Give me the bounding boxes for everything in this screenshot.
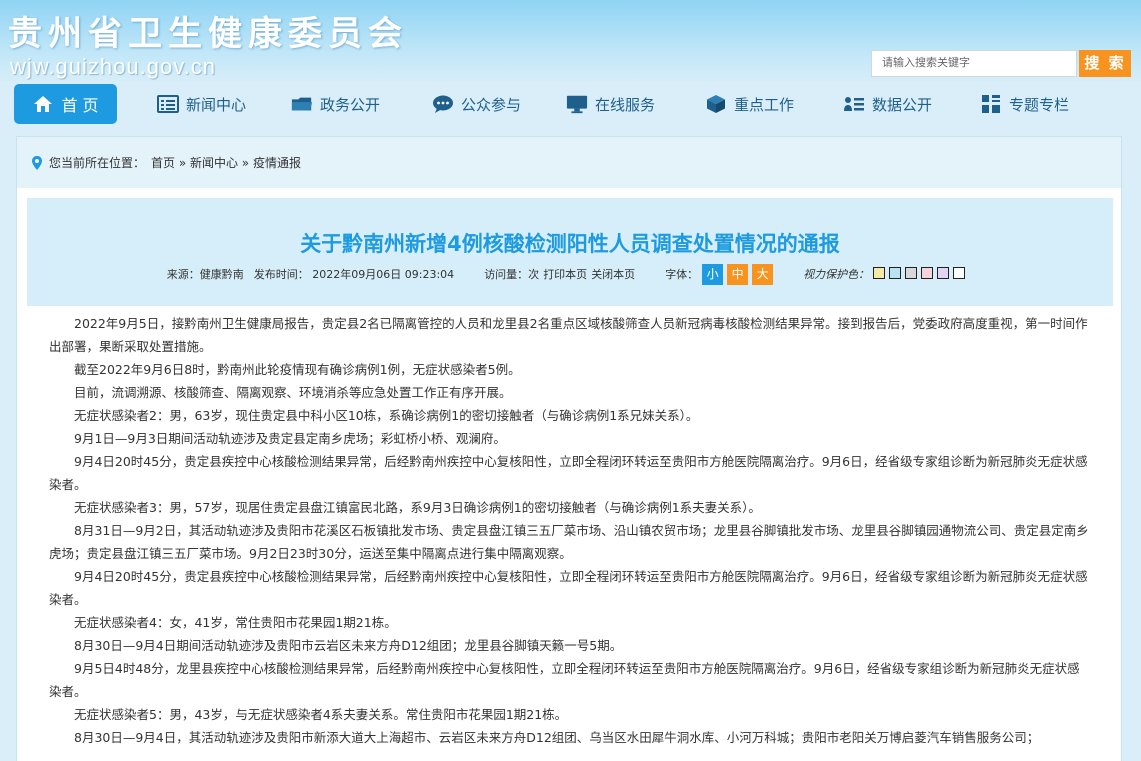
folder-icon (291, 94, 313, 114)
nav-item-label: 重点工作 (734, 95, 795, 114)
grid-icon (980, 94, 1002, 114)
breadcrumb: 您当前所在位置： 首页 » 新闻中心 » 疫情通报 (31, 154, 301, 171)
article-paragraph: 8月30日—9月4日期间活动轨迹涉及贵阳市云岩区未来方舟D12组团；龙里县谷脚镇… (74, 638, 623, 653)
article-panel: 关于黔南州新增4例核酸检测阳性人员调查处置情况的通报 来源：健康黔南 发布时间：… (16, 188, 1122, 761)
font-size-label: 字体： (665, 268, 699, 281)
eye-color-swatch[interactable] (953, 266, 966, 279)
article-paragraph: 9月4日20时45分，贵定县疾控中心核酸检测结果异常，后经黔南州疾控中心复核阳性… (49, 569, 1088, 607)
article-header: 关于黔南州新增4例核酸检测阳性人员调查处置情况的通报 来源：健康黔南 发布时间：… (27, 198, 1113, 306)
article-paragraph: 8月31日—9月2日，其活动轨迹涉及贵阳市花溪区石板镇批发市场、贵定县盘江镇三五… (49, 523, 1089, 561)
nav-item-label: 专题专栏 (1009, 95, 1070, 114)
nav-item-key-work[interactable]: 重点工作 (705, 84, 794, 124)
article-paragraph: 目前，流调溯源、核酸筛查、隔离观察、环境消杀等应急处置工作正有序开展。 (74, 385, 512, 400)
eye-color-swatch[interactable] (937, 266, 950, 279)
article-paragraph: 无症状感染者4：女，41岁，常住贵阳市花果园1期21栋。 (74, 615, 397, 630)
news-icon (157, 94, 179, 114)
nav-item-news[interactable]: 新闻中心 (157, 84, 246, 124)
nav-item-label: 在线服务 (595, 95, 656, 114)
article-paragraph: 截至2022年9月6日8时，黔南州此轮疫情现有确诊病例1例，无症状感染者5例。 (74, 362, 521, 377)
eye-protect-swatches (873, 266, 969, 282)
data-icon (843, 94, 865, 114)
main-nav: 首 页 新闻中心 政务公开 公众参与 在线服务 重点工作 数据公开 专题专栏 (0, 84, 1141, 124)
search-button[interactable]: 搜 索 (1079, 50, 1131, 77)
nav-item-label: 数据公开 (872, 95, 933, 114)
eye-color-swatch[interactable] (889, 266, 902, 279)
eye-color-swatch[interactable] (873, 266, 886, 279)
article-paragraph: 9月1日—9月3日期间活动轨迹涉及贵定县定南乡虎场；彩虹桥小桥、观澜府。 (74, 431, 506, 446)
nav-item-public[interactable]: 公众参与 (432, 84, 521, 124)
article-meta: 来源：健康黔南 发布时间： 2022年09月06日 09:23:04 访问量：次… (27, 262, 1113, 286)
location-pin-icon (31, 155, 43, 171)
home-icon (32, 94, 54, 114)
article-paragraph: 9月4日20时45分，贵定县疾控中心核酸检测结果异常，后经黔南州疾控中心复核阳性… (49, 454, 1088, 492)
article-paragraph: 8月30日—9月4日，其活动轨迹涉及贵阳市新添大道大上海超市、云岩区未来方舟D1… (74, 730, 1040, 745)
close-link[interactable]: 关闭本页 (591, 266, 635, 282)
breadcrumb-path[interactable]: 首页 » 新闻中心 » 疫情通报 (151, 154, 301, 171)
site-domain: wjw.guizhou.gov.cn (10, 54, 216, 79)
article-paragraph: 9月5日4时48分，龙里县疾控中心核酸检测结果异常，后经黔南州疾控中心复核阳性，… (49, 661, 1080, 699)
article-paragraph: 无症状感染者3：男，57岁，现居住贵定县盘江镇富民北路，系9月3日确诊病例1的密… (74, 500, 761, 515)
monitor-icon (566, 94, 588, 114)
eye-protect-label: 视力保护色： (803, 268, 870, 281)
nav-item-label: 政务公开 (320, 95, 381, 114)
site-header: 贵州省卫生健康委员会 wjw.guizhou.gov.cn 请输入搜索关键字 搜… (0, 0, 1141, 84)
nav-item-special[interactable]: 专题专栏 (980, 84, 1069, 124)
eye-color-swatch[interactable] (921, 266, 934, 279)
article-body: 2022年9月5日，接黔南州卫生健康局报告，贵定县2名已隔离管控的人员和龙里县2… (49, 312, 1089, 749)
nav-item-open-data[interactable]: 数据公开 (843, 84, 932, 124)
nav-item-gov-affairs[interactable]: 政务公开 (291, 84, 380, 124)
article-title: 关于黔南州新增4例核酸检测阳性人员调查处置情况的通报 (300, 232, 840, 256)
font-medium-button[interactable]: 中 (727, 263, 749, 285)
chat-icon (432, 94, 454, 114)
nav-item-home[interactable]: 首 页 (14, 84, 117, 124)
article-visits: 访问量：次 (484, 268, 540, 281)
nav-item-online-service[interactable]: 在线服务 (566, 84, 655, 124)
breadcrumb-prefix: 您当前所在位置： (49, 156, 146, 170)
print-link[interactable]: 打印本页 (543, 266, 587, 282)
article-paragraph: 无症状感染者5：男，43岁，与无症状感染者4系夫妻关系。常住贵阳市花果园1期21… (74, 707, 568, 722)
article-publish-time: 发布时间： 2022年09月06日 09:23:04 (253, 268, 455, 281)
font-large-button[interactable]: 大 (752, 263, 774, 285)
cube-icon (705, 94, 727, 114)
article-source: 来源：健康黔南 (166, 268, 244, 281)
article-paragraph: 无症状感染者2：男，63岁，现住贵定县中科小区10栋，系确诊病例1的密切接触者（… (74, 408, 699, 423)
site-title[interactable]: 贵州省卫生健康委员会 (8, 6, 408, 55)
nav-item-label: 新闻中心 (186, 95, 247, 114)
nav-item-label: 首 页 (61, 96, 99, 115)
breadcrumb-panel: 您当前所在位置： 首页 » 新闻中心 » 疫情通报 (16, 136, 1122, 188)
article-paragraph: 2022年9月5日，接黔南州卫生健康局报告，贵定县2名已隔离管控的人员和龙里县2… (49, 316, 1088, 354)
nav-item-label: 公众参与 (461, 95, 522, 114)
eye-color-swatch[interactable] (905, 266, 918, 279)
search-input[interactable]: 请输入搜索关键字 (871, 50, 1077, 77)
font-small-button[interactable]: 小 (702, 263, 724, 285)
